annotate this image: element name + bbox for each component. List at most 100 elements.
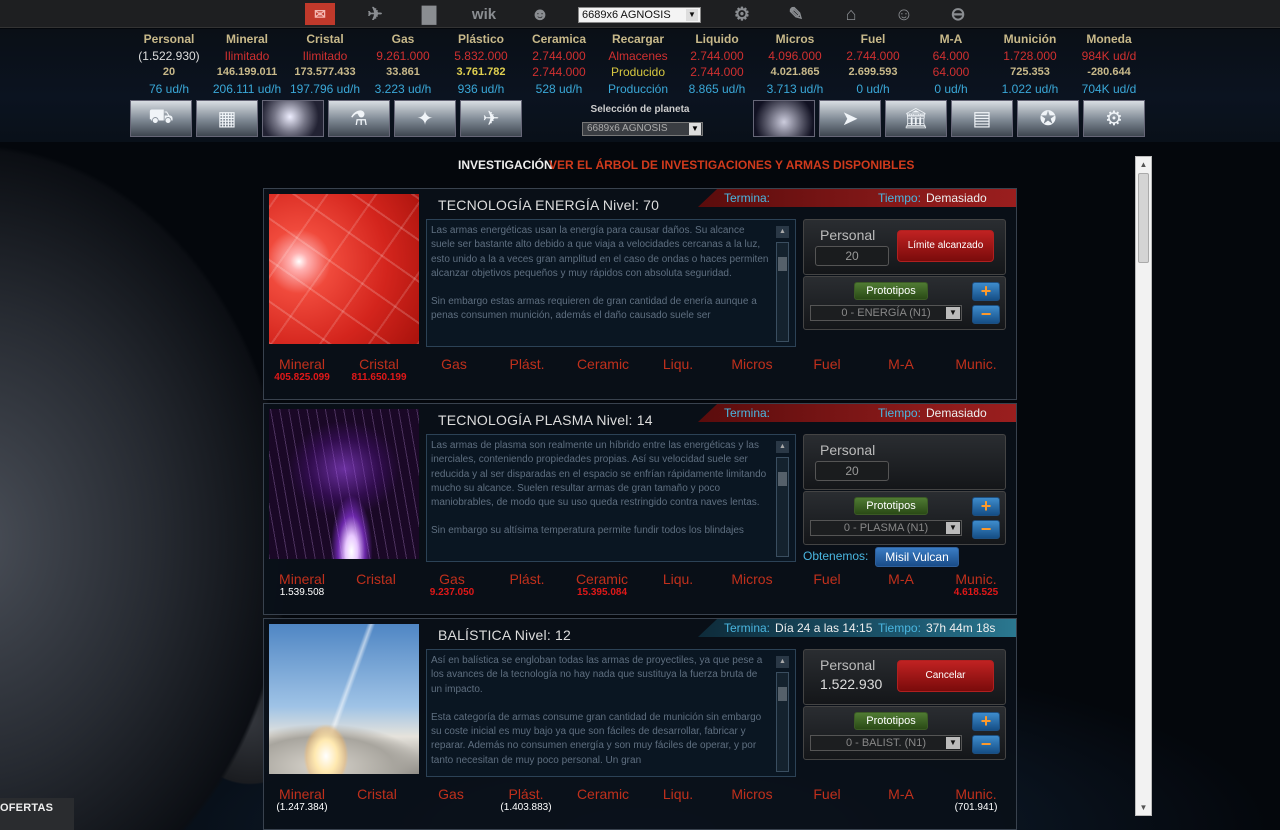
resource-amount: 173.577.433 bbox=[294, 66, 356, 78]
resource-amount: Producido bbox=[610, 65, 666, 79]
personal-input[interactable]: 20 bbox=[815, 246, 889, 266]
resource-stock: 4.096.000 bbox=[768, 48, 822, 63]
description-paragraph: Las armas energéticas usan la energía pa… bbox=[431, 225, 769, 279]
prototypes-button[interactable]: Prototipos bbox=[854, 712, 928, 730]
scrollbar-thumb[interactable] bbox=[1138, 173, 1149, 263]
scroll-up-icon[interactable]: ▲ bbox=[776, 226, 789, 238]
termina-label: Termina: bbox=[724, 191, 771, 205]
prototype-select-value: 0 - PLASMA (N1) bbox=[843, 522, 929, 534]
resource-amount: 146.199.011 bbox=[216, 66, 278, 78]
scroll-up-icon[interactable]: ▲ bbox=[776, 441, 789, 453]
personal-input[interactable]: 20 bbox=[815, 461, 889, 481]
scroll-up-icon[interactable]: ▲ bbox=[1136, 157, 1151, 172]
plus-icon[interactable]: + bbox=[972, 282, 1000, 301]
personal-label: Personal bbox=[820, 657, 876, 673]
resource-amount: 2.744.000 bbox=[690, 65, 744, 79]
resource-amount: 725.353 bbox=[1010, 66, 1050, 78]
stats-icon[interactable]: ▇ bbox=[416, 3, 442, 25]
cost-name: Munic. bbox=[955, 786, 997, 802]
resource-liquido: Liquido 2.744.000 2.744.000 8.865 ud/h bbox=[676, 31, 758, 97]
planet-select[interactable]: 6689x6 AGNOSIS ▼ bbox=[578, 7, 701, 23]
description-scrollbar[interactable] bbox=[776, 242, 789, 342]
resource-amount: 3.761.782 bbox=[456, 66, 506, 78]
resource-name: Liquido bbox=[695, 32, 739, 46]
rocket-icon[interactable]: ✈ bbox=[362, 3, 388, 25]
resource-amount: 20 bbox=[162, 66, 176, 78]
chevron-down-icon: ▼ bbox=[689, 123, 701, 135]
prototypes-button[interactable]: Prototipos bbox=[854, 497, 928, 515]
wiki-icon[interactable]: wik bbox=[466, 3, 502, 25]
shop-icon[interactable]: ⌂ bbox=[838, 3, 864, 25]
prototype-select[interactable]: 0 - BALIST. (N1) ▼ bbox=[810, 735, 962, 751]
tab-research-tree[interactable]: VER EL ÁRBOL DE INVESTIGACIONES Y ARMAS … bbox=[549, 158, 914, 172]
bank-icon[interactable]: 🏛 bbox=[885, 100, 947, 137]
alien-icon[interactable]: ☻ bbox=[527, 3, 553, 25]
chevron-down-icon: ▼ bbox=[686, 9, 698, 21]
resource-amount: 2.744.000 bbox=[532, 65, 586, 79]
minus-circle-icon[interactable]: ⊖ bbox=[945, 3, 971, 25]
resource-name: Plástico bbox=[457, 32, 505, 46]
officer-icon[interactable]: ☺ bbox=[891, 3, 917, 25]
resource-amount: 2.699.593 bbox=[848, 66, 898, 78]
resource-amount: 64.000 bbox=[932, 65, 970, 79]
planet-selection-value: 6689x6 AGNOSIS bbox=[587, 123, 668, 134]
laboratory-icon[interactable]: ⚗ bbox=[328, 100, 390, 137]
factory-icon[interactable]: ▦ bbox=[196, 100, 258, 137]
planet-selection-select[interactable]: 6689x6 AGNOSIS ▼ bbox=[582, 122, 703, 136]
energy-tech-image bbox=[269, 194, 419, 344]
prototype-select[interactable]: 0 - PLASMA (N1) ▼ bbox=[810, 520, 962, 536]
cost-value: (701.941) bbox=[954, 802, 998, 813]
cost-value: 9.237.050 bbox=[429, 587, 475, 598]
plus-icon[interactable]: + bbox=[972, 712, 1000, 731]
scroll-down-icon[interactable]: ▼ bbox=[1136, 800, 1151, 815]
description-scrollbar[interactable] bbox=[776, 457, 789, 557]
tiempo-label: Tiempo: bbox=[878, 621, 921, 635]
limit-reached-button[interactable]: Límite alcanzado bbox=[897, 230, 994, 262]
offers-tab[interactable]: OFERTAS bbox=[0, 798, 74, 830]
minus-icon[interactable]: − bbox=[972, 735, 1000, 754]
alliance-icon[interactable]: ✪ bbox=[1017, 100, 1079, 137]
page-scrollbar[interactable]: ▲ ▼ bbox=[1135, 156, 1152, 816]
tab-investigation[interactable]: INVESTIGACIÓN bbox=[458, 158, 553, 172]
research-description[interactable]: Así en balística se engloban todas las a… bbox=[426, 649, 796, 777]
resource-stock: (1.522.930) bbox=[138, 48, 200, 63]
prototype-panel: Prototipos 0 - PLASMA (N1) ▼ + − bbox=[803, 491, 1006, 545]
resource-fuel: Fuel 2.744.000 2.699.593 0 ud/h bbox=[832, 31, 914, 97]
resource-stock: 64.000 bbox=[932, 48, 970, 63]
prototype-select[interactable]: 0 - ENERGÍA (N1) ▼ bbox=[810, 305, 962, 321]
resource-stock: 2.744.000 bbox=[690, 48, 744, 63]
prototypes-button[interactable]: Prototipos bbox=[854, 282, 928, 300]
termina-label: Termina: bbox=[724, 621, 771, 635]
starfighter-icon[interactable]: ➤ bbox=[819, 100, 881, 137]
minus-icon[interactable]: − bbox=[972, 520, 1000, 539]
obtain-item-button[interactable]: Misil Vulcan bbox=[875, 547, 959, 567]
resource-amount: -280.644 bbox=[1087, 66, 1131, 78]
settings-icon[interactable]: ⚙ bbox=[1083, 100, 1145, 137]
research-description[interactable]: Las armas energéticas usan la energía pa… bbox=[426, 219, 796, 347]
scroll-up-icon[interactable]: ▲ bbox=[776, 656, 789, 668]
resource-name: Ceramica bbox=[531, 32, 587, 46]
user-edit-icon[interactable]: ✎ bbox=[783, 3, 809, 25]
research-description[interactable]: Las armas de plasma son realmente un híb… bbox=[426, 434, 796, 562]
plus-icon[interactable]: + bbox=[972, 497, 1000, 516]
scrollbar-thumb[interactable] bbox=[778, 257, 787, 271]
scrollbar-thumb[interactable] bbox=[778, 687, 787, 701]
resource-name: Moneda bbox=[1086, 32, 1132, 46]
resource-rate: 76 ud/h bbox=[148, 81, 190, 96]
description-scrollbar[interactable] bbox=[776, 672, 789, 772]
resource-mineral: Mineral Ilimitado 146.199.011 206.111 ud/h bbox=[206, 31, 288, 97]
gear-icon[interactable]: ⚙ bbox=[729, 3, 755, 25]
research-tabs: INVESTIGACIÓN VER EL ÁRBOL DE INVESTIGAC… bbox=[458, 158, 914, 172]
cost-value: 4.618.525 bbox=[953, 587, 999, 598]
planet-icon[interactable] bbox=[262, 100, 324, 137]
cancel-button[interactable]: Cancelar bbox=[897, 660, 994, 692]
scrollbar-thumb[interactable] bbox=[778, 472, 787, 486]
minus-icon[interactable]: − bbox=[972, 305, 1000, 324]
mining-truck-icon[interactable]: ⛟ bbox=[130, 100, 192, 137]
shipyard-icon[interactable]: ✈ bbox=[460, 100, 522, 137]
fleet-icon[interactable]: ✦ bbox=[394, 100, 456, 137]
radar-icon[interactable] bbox=[753, 100, 815, 137]
city-icon[interactable]: ▤ bbox=[951, 100, 1013, 137]
resource-rate: 3.223 ud/h bbox=[374, 81, 432, 96]
mail-icon[interactable]: ✉ bbox=[305, 3, 335, 25]
